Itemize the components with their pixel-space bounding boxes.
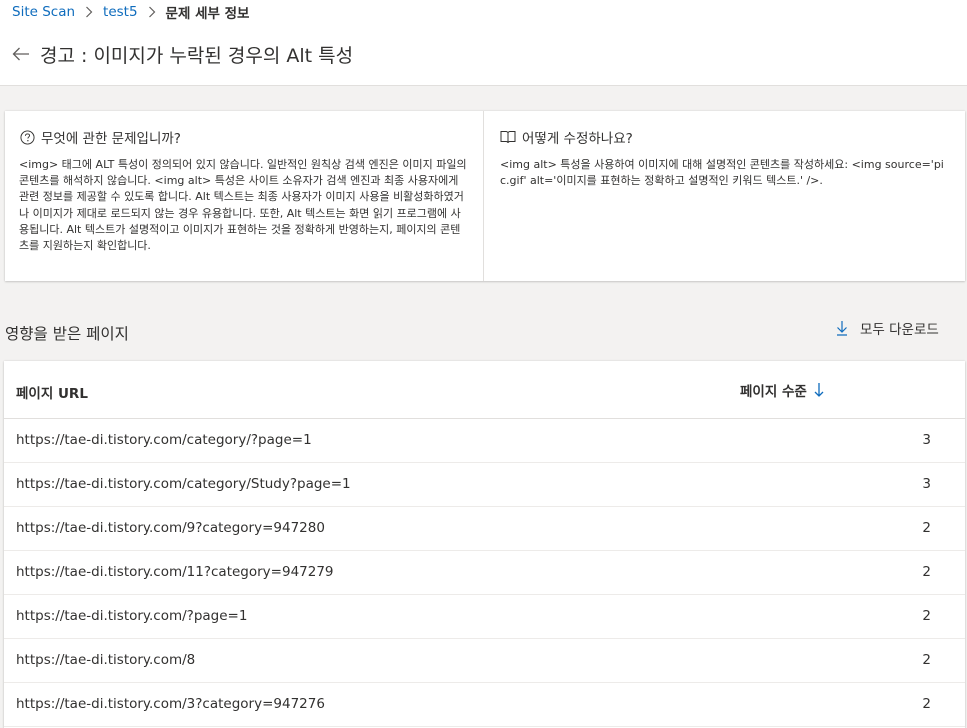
table-row[interactable]: https://tae-di.tistory.com/11?category=9… — [4, 551, 965, 595]
page-level-cell: 2 — [922, 696, 931, 712]
how-section: 어떻게 수정하나요? <img alt> 특성을 사용하여 이미지에 대해 설명… — [484, 111, 965, 281]
breadcrumb-item-test5[interactable]: test5 — [103, 4, 138, 20]
download-icon — [834, 319, 850, 337]
page-url-cell[interactable]: https://tae-di.tistory.com/?page=1 — [16, 608, 247, 624]
affected-pages-title: 영향을 받은 페이지 — [5, 325, 129, 343]
affected-pages-table: 페이지 URL 페이지 수준 https://tae-di.tistory.co… — [4, 361, 965, 728]
chevron-right-icon — [75, 6, 103, 18]
table-row[interactable]: https://tae-di.tistory.com/8 2 — [4, 639, 965, 683]
page-level-cell: 3 — [922, 476, 931, 492]
page-level-cell: 2 — [922, 564, 931, 580]
page-url-cell[interactable]: https://tae-di.tistory.com/3?category=94… — [16, 696, 325, 712]
table-header: 페이지 URL 페이지 수준 — [4, 361, 965, 419]
what-section: 무엇에 관한 문제입니까? <img> 태그에 ALT 특성이 정의되어 있지 … — [5, 111, 484, 281]
table-row[interactable]: https://tae-di.tistory.com/9?category=94… — [4, 507, 965, 551]
sort-descending-icon — [812, 381, 826, 399]
table-row[interactable]: https://tae-di.tistory.com/category/?pag… — [4, 419, 965, 463]
what-heading-row: 무엇에 관한 문제입니까? — [19, 127, 469, 147]
how-heading-row: 어떻게 수정하나요? — [500, 127, 951, 147]
arrow-left-icon — [12, 47, 29, 61]
how-heading: 어떻게 수정하나요? — [522, 131, 633, 147]
table-body: https://tae-di.tistory.com/category/?pag… — [4, 419, 965, 727]
chevron-right-icon — [138, 6, 166, 18]
breadcrumb: Site Scan test5 문제 세부 정보 — [12, 2, 249, 22]
page-url-cell[interactable]: https://tae-di.tistory.com/11?category=9… — [16, 564, 334, 580]
title-row: 경고 : 이미지가 누락된 경우의 Alt 특성 — [10, 40, 353, 68]
table-row[interactable]: https://tae-di.tistory.com/category/Stud… — [4, 463, 965, 507]
column-header-level-label: 페이지 수준 — [740, 384, 807, 400]
page-title: 경고 : 이미지가 누락된 경우의 Alt 특성 — [40, 44, 354, 67]
column-header-url[interactable]: 페이지 URL — [16, 382, 88, 402]
breadcrumb-item-site-scan[interactable]: Site Scan — [12, 4, 75, 20]
issue-info-card: 무엇에 관한 문제입니까? <img> 태그에 ALT 특성이 정의되어 있지 … — [5, 111, 965, 281]
page-url-cell[interactable]: https://tae-di.tistory.com/category/Stud… — [16, 476, 351, 492]
page-header: Site Scan test5 문제 세부 정보 경고 : 이미지가 누락된 경… — [0, 0, 967, 86]
page-level-cell: 2 — [922, 652, 931, 668]
page-level-cell: 2 — [922, 520, 931, 536]
back-button[interactable] — [10, 43, 32, 65]
what-body: <img> 태그에 ALT 특성이 정의되어 있지 않습니다. 일반적인 원칙상… — [19, 158, 467, 253]
column-header-level[interactable]: 페이지 수준 — [740, 380, 826, 400]
how-body: <img alt> 특성을 사용하여 이미지에 대해 설명적인 콘텐츠를 작성하… — [500, 158, 944, 188]
page-level-cell: 2 — [922, 608, 931, 624]
table-row[interactable]: https://tae-di.tistory.com/?page=1 2 — [4, 595, 965, 639]
download-all-button[interactable]: 모두 다운로드 — [834, 318, 939, 338]
breadcrumb-current: 문제 세부 정보 — [165, 6, 250, 22]
page-url-cell[interactable]: https://tae-di.tistory.com/8 — [16, 652, 195, 668]
page-url-cell[interactable]: https://tae-di.tistory.com/9?category=94… — [16, 520, 325, 536]
book-icon — [500, 129, 516, 145]
table-row[interactable]: https://tae-di.tistory.com/3?category=94… — [4, 683, 965, 727]
page-level-cell: 3 — [922, 432, 931, 448]
what-heading: 무엇에 관한 문제입니까? — [41, 131, 181, 147]
page-url-cell[interactable]: https://tae-di.tistory.com/category/?pag… — [16, 432, 312, 448]
question-circle-icon — [19, 129, 35, 145]
download-all-label: 모두 다운로드 — [860, 322, 939, 338]
